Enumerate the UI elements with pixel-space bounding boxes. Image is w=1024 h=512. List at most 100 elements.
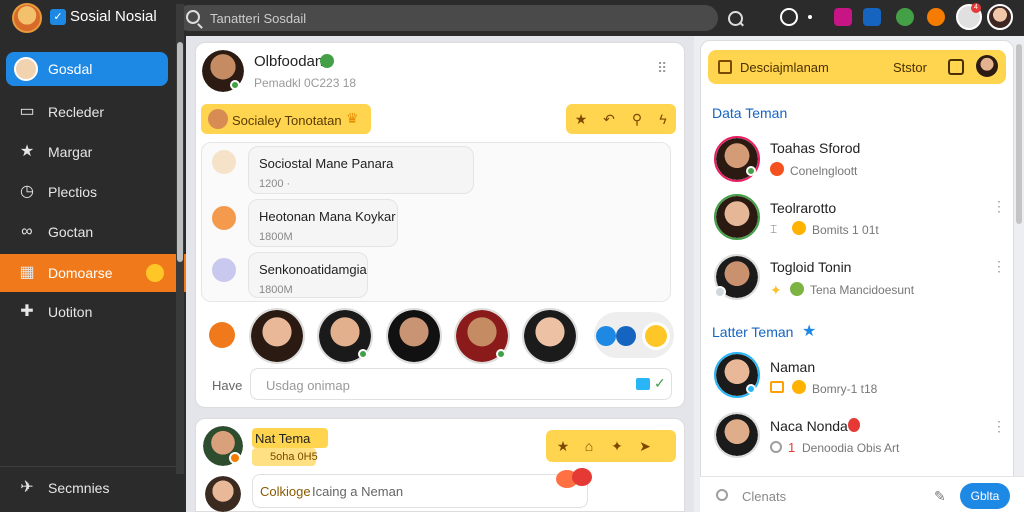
commenter-avatar[interactable] <box>205 476 241 512</box>
post-time: 5oha 0H5 <box>270 451 318 463</box>
pin-icon: ✦ <box>770 282 782 298</box>
gift-icon[interactable]: ⌂ <box>574 431 604 461</box>
like-icon[interactable]: ★ <box>566 104 596 134</box>
friend-avatar[interactable] <box>714 412 760 458</box>
attach-icon[interactable] <box>716 489 728 501</box>
sidebar-item-label: Uotiton <box>48 304 93 320</box>
participant-avatar[interactable] <box>522 308 578 364</box>
sidebar-item-goctan[interactable]: ∞ Goctan <box>0 215 176 249</box>
crown-icon: ♛ <box>346 110 359 126</box>
friend-name[interactable]: Naman <box>770 359 815 375</box>
message-item[interactable]: Senkonoatidamgia 1800M <box>248 252 368 298</box>
expand-icon[interactable] <box>948 59 964 75</box>
sidebar-item-settings[interactable]: ✈ Secmnies <box>0 471 176 505</box>
post-toolbar: ★ ↶ ⚲ ϟ <box>566 104 676 134</box>
friend-name[interactable]: Naca Nonda <box>770 418 848 434</box>
friend-subtitle: Denoodia Obis Art <box>802 441 900 455</box>
friend-subtitle: Tena Mancidoesunt <box>810 283 915 297</box>
avatar <box>14 57 38 81</box>
check-icon[interactable]: ✓ <box>654 375 666 392</box>
sidebar-item-label: Plectios <box>48 184 98 200</box>
chat-input-placeholder[interactable]: Clenats <box>742 489 786 504</box>
search-button[interactable] <box>722 5 748 31</box>
panel-header-status[interactable]: Ststor <box>893 60 927 75</box>
sidebar-item-domoarse[interactable]: ▦ Domoarse <box>0 254 186 292</box>
emoji-icon[interactable] <box>642 322 670 350</box>
drag-handle-icon[interactable]: ⠿ <box>657 60 667 77</box>
sidebar-item-margar[interactable]: ★ Margar <box>0 135 176 169</box>
more-options-icon[interactable] <box>992 258 1006 276</box>
message-time: 1200 · <box>259 178 291 190</box>
sidebar-item-label: Margar <box>48 144 93 160</box>
share-icon[interactable]: ➤ <box>630 431 660 461</box>
message-item[interactable]: Heotonan Mana Koykar 1800M <box>248 199 398 247</box>
star-icon[interactable]: ✦ <box>602 431 632 461</box>
chat-bubble-icon <box>212 258 236 282</box>
section-title: Latter Teman <box>712 324 794 340</box>
sidebar-item-label: Goctan <box>48 224 94 240</box>
friend-subtitle: Bomry-1 t18 <box>812 382 878 396</box>
sidebar-item-label: Secmnies <box>48 480 110 496</box>
friend-name[interactable]: Teolrarotto <box>770 200 836 216</box>
panel-scrollbar[interactable] <box>1016 44 1022 224</box>
chevron-left-icon[interactable] <box>596 326 616 346</box>
send-button[interactable]: Gblta <box>960 483 1010 509</box>
notification-icon[interactable] <box>927 8 945 26</box>
sidebar-item-gosdal[interactable]: Gosdal <box>6 52 168 86</box>
sidebar-item-uotiton[interactable]: ✚ Uotiton <box>0 295 176 329</box>
message-icon[interactable] <box>780 8 798 26</box>
star-icon: ★ <box>19 143 35 160</box>
friend-avatar[interactable] <box>714 194 760 240</box>
more-options-icon[interactable] <box>992 198 1006 216</box>
sidebar-scroll-thumb[interactable] <box>177 42 183 262</box>
sidebar-item-recleder[interactable]: ▭ Recleder <box>0 95 176 129</box>
panel-header-label: Desciajmlanam <box>740 60 829 75</box>
comment-input-text: Icaing a Neman <box>312 484 404 499</box>
header-avatar[interactable] <box>976 55 998 77</box>
status-icon <box>770 162 784 176</box>
post-toolbar: ★ ⌂ ✦ ➤ <box>546 430 676 462</box>
chevron-down-icon[interactable] <box>616 326 636 346</box>
sidebar-item-label: Recleder <box>48 104 105 120</box>
more-options-icon[interactable] <box>992 418 1006 436</box>
reply-label: Have <box>212 378 243 393</box>
post-author-name[interactable]: Olbfoodan <box>254 53 323 70</box>
note-icon <box>770 381 784 393</box>
chat-icon[interactable] <box>896 8 914 26</box>
online-status-icon <box>746 384 756 394</box>
priority-count: 1 <box>788 440 796 455</box>
sidebar-item-label: Domoarse <box>48 265 113 281</box>
camera-icon[interactable] <box>209 322 235 348</box>
reply-icon[interactable]: ↶ <box>594 104 624 134</box>
post-author-name[interactable]: Nat Tema <box>255 431 310 446</box>
sidebar-item-label: Gosdal <box>48 61 93 77</box>
boost-icon[interactable]: ϟ <box>648 104 678 134</box>
sidebar-item-plectios[interactable]: ◷ Plectios <box>0 175 176 209</box>
user-avatar[interactable] <box>987 4 1013 30</box>
image-attach-icon[interactable] <box>636 378 650 390</box>
search-input[interactable]: Tanatteri Sosdail <box>210 11 306 26</box>
message-time: 1800M <box>259 231 293 243</box>
location-icon <box>770 441 782 453</box>
comment-input-placeholder: Usdag onimap <box>266 378 350 393</box>
friend-name[interactable]: Toahas Sforod <box>770 140 860 156</box>
friend-subtitle: Bomits 1 01t <box>812 223 879 237</box>
app-title: Sosial Nosial <box>70 8 157 25</box>
message-item[interactable]: Sociostal Mane Panara 1200 · <box>248 146 474 194</box>
mic-icon[interactable]: ✎ <box>934 488 946 505</box>
emoji-icon <box>792 380 806 394</box>
participant-avatar[interactable] <box>386 308 442 364</box>
friend-name[interactable]: Togloid Tonin <box>770 259 851 275</box>
participant-avatar[interactable] <box>249 308 305 364</box>
gallery-icon[interactable] <box>834 8 852 26</box>
notification-count-badge: 4 <box>971 3 981 13</box>
pin-icon: ⌶ <box>770 222 778 236</box>
message-title: Heotonan Mana Koykar <box>259 209 396 224</box>
reaction-emoji-icon[interactable] <box>572 468 592 486</box>
app-logo[interactable] <box>12 3 42 33</box>
note-icon <box>718 60 732 74</box>
search-icon <box>186 10 200 24</box>
inbox-icon: ▭ <box>19 103 35 120</box>
section-title: Data Teman <box>712 105 788 121</box>
grid-icon[interactable] <box>863 8 881 26</box>
